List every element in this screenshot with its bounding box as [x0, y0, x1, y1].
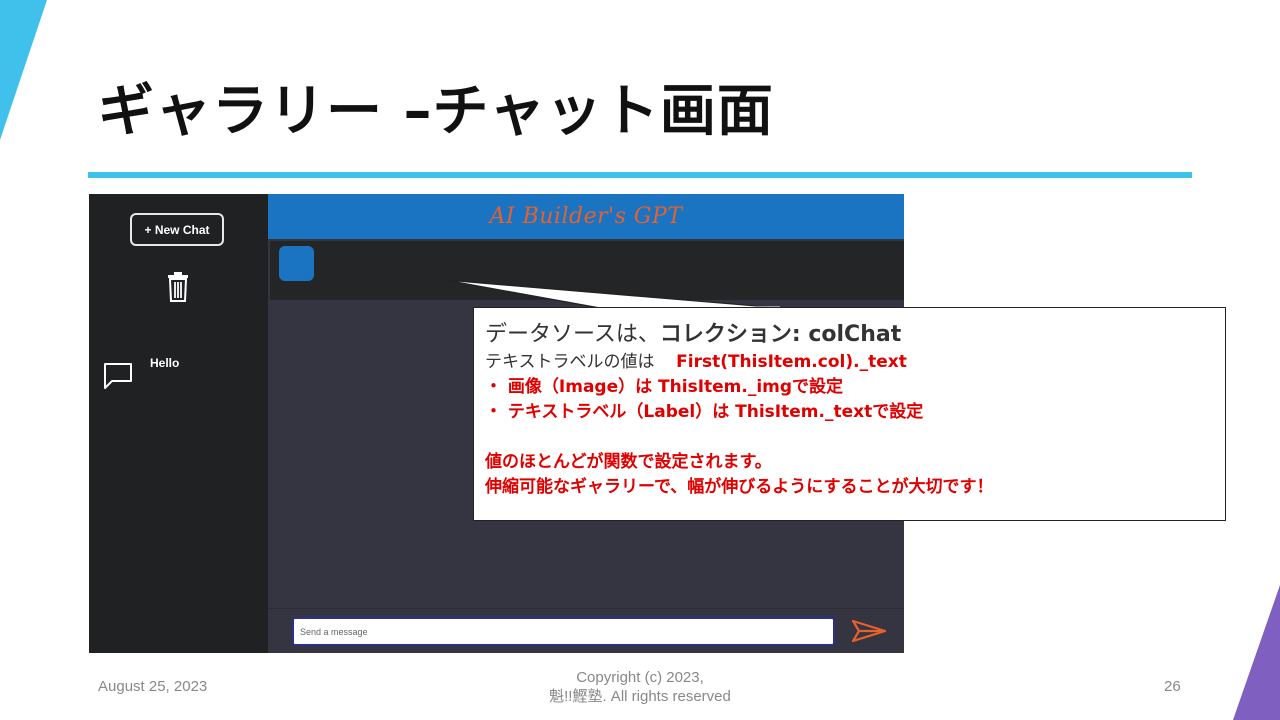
app-header: AI Builder's GPT: [268, 194, 904, 239]
callout-datasource-line: データソースは、コレクション: colChat: [485, 320, 1214, 350]
footer-copyright-line2: 魁!!鰹塾. All rights reserved: [549, 688, 731, 705]
footer-date: August 25, 2023: [98, 678, 208, 695]
callout-label-value-line: テキストラベルの値は First(ThisItem.col)._text: [485, 350, 1214, 375]
title-underline: [88, 172, 1192, 178]
callout-label-value-prefix: テキストラベルの値は: [485, 352, 655, 372]
corner-decoration-bottom-right: [1233, 585, 1280, 720]
callout-note-flexible: 伸縮可能なギャラリーで、幅が伸びるようにすることが大切です！: [485, 477, 994, 497]
input-bar: [268, 608, 904, 653]
send-icon[interactable]: [851, 619, 887, 643]
trash-icon[interactable]: [167, 272, 189, 302]
callout-spacer: [485, 425, 1214, 450]
new-chat-button[interactable]: + New Chat: [130, 213, 224, 246]
footer-copyright-line1: Copyright (c) 2023,: [576, 669, 704, 686]
callout-datasource-collection: コレクション: colChat: [659, 322, 902, 347]
callout-bullet-image: ・ 画像（Image）は ThisItem._imgで設定: [485, 377, 844, 397]
callout-bullet-label: ・ テキストラベル（Label）は ThisItem._textで設定: [485, 402, 924, 422]
corner-decoration-top-left: [0, 0, 47, 140]
callout-note-functions: 値のほとんどが関数で設定されます。: [485, 452, 772, 472]
app-title: AI Builder's GPT: [489, 204, 683, 229]
callout-datasource-prefix: データソースは、: [485, 322, 660, 347]
callout-box: データソースは、コレクション: colChat テキストラベルの値は First…: [473, 307, 1226, 521]
chat-bubble-icon: [104, 363, 132, 389]
sidebar-chat-item[interactable]: Hello: [103, 354, 263, 394]
message-input[interactable]: [292, 617, 835, 646]
footer-page-number: 26: [1164, 678, 1181, 695]
callout-label-value-formula: First(ThisItem.col)._text: [676, 352, 907, 372]
avatar: [279, 246, 314, 281]
footer-copyright: Copyright (c) 2023, 魁!!鰹塾. All rights re…: [490, 668, 790, 706]
slide-title: ギャラリー –チャット画面: [98, 79, 774, 144]
chat-item-label: Hello: [150, 356, 180, 370]
sidebar: + New Chat Hello: [89, 194, 268, 653]
